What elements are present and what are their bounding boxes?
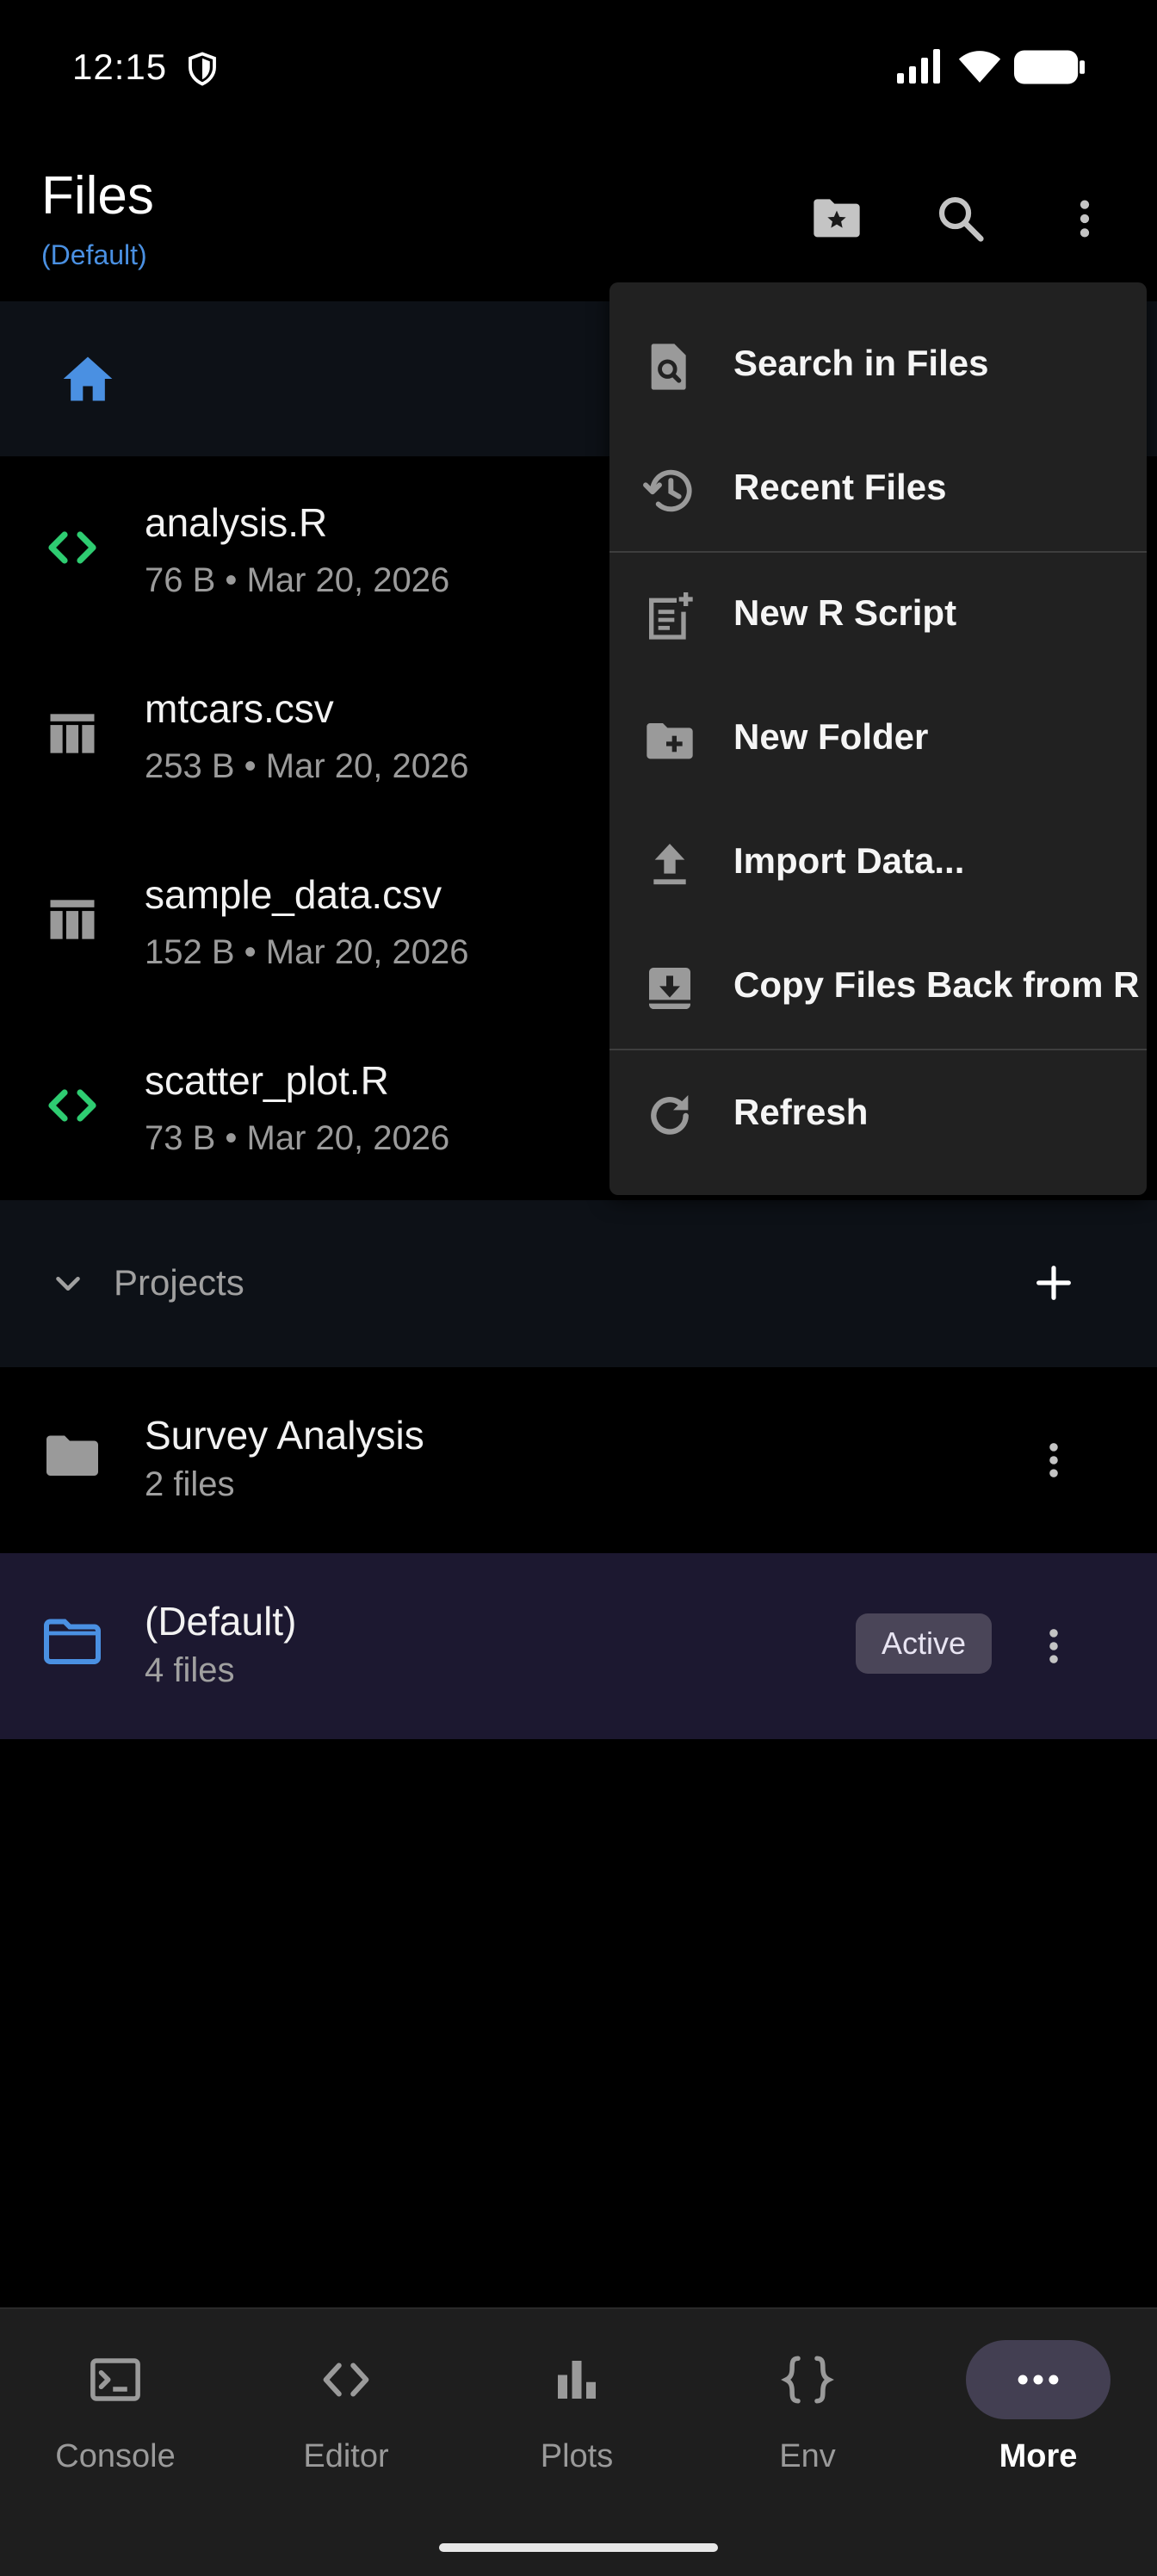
menu-item-import-data[interactable]: Import Data...	[609, 799, 1147, 923]
menu-item-copy-files-back[interactable]: Copy Files Back from R	[609, 923, 1147, 1047]
nav-label: Console	[55, 2438, 176, 2474]
bookmarked-folder-button[interactable]	[802, 184, 871, 253]
menu-item-label: New R Script	[733, 592, 957, 633]
upload-icon	[653, 844, 686, 885]
status-time: 12:15	[72, 46, 168, 87]
menu-item-label: Import Data...	[733, 840, 965, 881]
code-icon	[48, 1089, 96, 1122]
menu-item-recent-files[interactable]: Recent Files	[609, 425, 1147, 549]
project-more-button[interactable]	[1019, 1426, 1088, 1495]
file-meta: 76 B • Mar 20, 2026	[145, 561, 450, 599]
new-folder-icon	[647, 723, 693, 759]
more-vert-icon	[1080, 200, 1090, 238]
code-icon	[323, 2362, 369, 2397]
nav-label: Editor	[303, 2438, 389, 2474]
folder-star-icon	[814, 199, 860, 238]
bar-chart-icon	[558, 2361, 596, 2399]
active-badge: Active	[856, 1613, 992, 1674]
project-row[interactable]: Survey Analysis 2 files	[0, 1367, 1157, 1553]
project-row-active[interactable]: (Default) 4 files Active	[0, 1553, 1157, 1739]
wifi-icon	[958, 51, 1001, 83]
plus-icon	[1036, 1266, 1071, 1300]
battery-icon	[1014, 50, 1085, 84]
console-icon	[90, 2358, 140, 2401]
search-icon	[938, 196, 984, 242]
app-bar: Files (Default)	[0, 138, 1157, 301]
home-indicator	[439, 2543, 718, 2552]
project-name: (Default)	[145, 1599, 297, 1644]
menu-item-refresh[interactable]: Refresh	[609, 1050, 1147, 1174]
nav-label: Plots	[540, 2438, 614, 2474]
file-name: sample_data.csv	[145, 872, 442, 917]
nav-item-env[interactable]: Env	[692, 2309, 923, 2516]
nav-label: More	[999, 2438, 1078, 2474]
download-box-icon	[649, 968, 690, 1009]
file-meta: 73 B • Mar 20, 2026	[145, 1119, 450, 1157]
project-file-count: 2 files	[145, 1465, 235, 1503]
folder-open-icon	[44, 1619, 101, 1664]
nav-item-more[interactable]: More	[923, 2309, 1154, 2516]
more-vert-icon	[1049, 1629, 1058, 1663]
signal-icon	[897, 49, 940, 84]
nav-item-editor[interactable]: Editor	[231, 2309, 461, 2516]
menu-item-new-folder[interactable]: New Folder	[609, 675, 1147, 799]
more-horiz-icon	[1018, 2375, 1059, 2385]
search-file-icon	[651, 344, 686, 390]
new-script-icon	[649, 592, 693, 640]
project-name: Survey Analysis	[145, 1413, 424, 1458]
file-meta: 253 B • Mar 20, 2026	[145, 747, 469, 785]
table-icon	[50, 900, 95, 939]
table-icon	[50, 714, 95, 753]
search-button[interactable]	[926, 184, 995, 253]
page-title: Files	[41, 166, 154, 226]
nav-label: Env	[779, 2438, 836, 2474]
menu-item-label: Refresh	[733, 1092, 869, 1132]
history-icon	[643, 469, 692, 512]
menu-item-label: Recent Files	[733, 467, 947, 507]
project-subtitle: (Default)	[41, 239, 147, 270]
refresh-icon	[651, 1095, 689, 1135]
menu-item-search-in-files[interactable]: Search in Files	[609, 301, 1147, 425]
nav-item-console[interactable]: Console	[0, 2309, 231, 2516]
overflow-menu-button[interactable]	[1050, 184, 1119, 253]
add-project-button[interactable]	[1019, 1248, 1088, 1317]
project-more-button[interactable]	[1019, 1612, 1088, 1681]
project-file-count: 4 files	[145, 1651, 235, 1689]
chevron-down-icon	[56, 1276, 80, 1291]
file-name: scatter_plot.R	[145, 1058, 389, 1103]
more-vert-icon	[1049, 1443, 1058, 1477]
status-bar: 12:15	[0, 0, 1157, 138]
nav-item-plots[interactable]: Plots	[461, 2309, 692, 2516]
overflow-menu: Search in Files Recent Files New R Scrip…	[609, 282, 1147, 1195]
menu-item-label: Search in Files	[733, 343, 989, 383]
bottom-navigation: Console Editor Plots Env More	[0, 2307, 1157, 2576]
menu-item-label: New Folder	[733, 716, 929, 757]
file-name: mtcars.csv	[145, 686, 334, 731]
folder-icon	[46, 1435, 98, 1476]
menu-item-new-r-script[interactable]: New R Script	[609, 551, 1147, 675]
menu-item-label: Copy Files Back from R	[733, 964, 1140, 1005]
projects-section-header[interactable]: Projects	[0, 1200, 1157, 1367]
braces-icon	[781, 2356, 834, 2404]
file-meta: 152 B • Mar 20, 2026	[145, 933, 469, 971]
home-icon[interactable]	[59, 350, 117, 408]
projects-label: Projects	[114, 1262, 244, 1303]
file-name: analysis.R	[145, 500, 328, 545]
code-icon	[48, 531, 96, 564]
shield-icon	[189, 52, 216, 86]
